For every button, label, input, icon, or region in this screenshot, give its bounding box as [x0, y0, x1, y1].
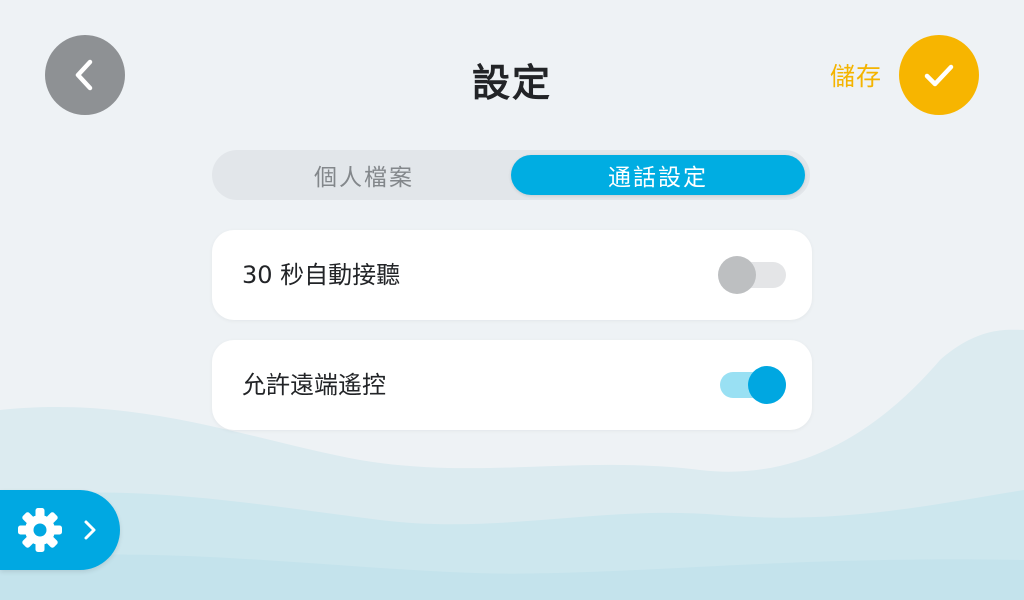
chevron-right-icon	[84, 520, 96, 540]
setting-row-remote-control: 允許遠端遙控	[212, 340, 812, 430]
auto-answer-toggle[interactable]	[718, 256, 786, 294]
remote-control-toggle[interactable]	[718, 366, 786, 404]
settings-tabs: 個人檔案 通話設定	[212, 150, 810, 200]
save-button[interactable]	[899, 35, 979, 115]
settings-drawer-button[interactable]	[0, 490, 120, 570]
save-label[interactable]: 儲存	[830, 57, 882, 93]
save-control[interactable]: 儲存	[830, 35, 979, 115]
toggle-knob	[718, 256, 756, 294]
gear-icon	[15, 505, 65, 555]
checkmark-icon	[924, 64, 954, 87]
remote-control-label: 允許遠端遙控	[242, 371, 386, 399]
auto-answer-label: 30 秒自動接聽	[242, 261, 401, 289]
tab-call-settings[interactable]: 通話設定	[511, 155, 805, 195]
toggle-knob	[748, 366, 786, 404]
setting-row-auto-answer: 30 秒自動接聽	[212, 230, 812, 320]
tab-profile[interactable]: 個人檔案	[217, 155, 511, 195]
